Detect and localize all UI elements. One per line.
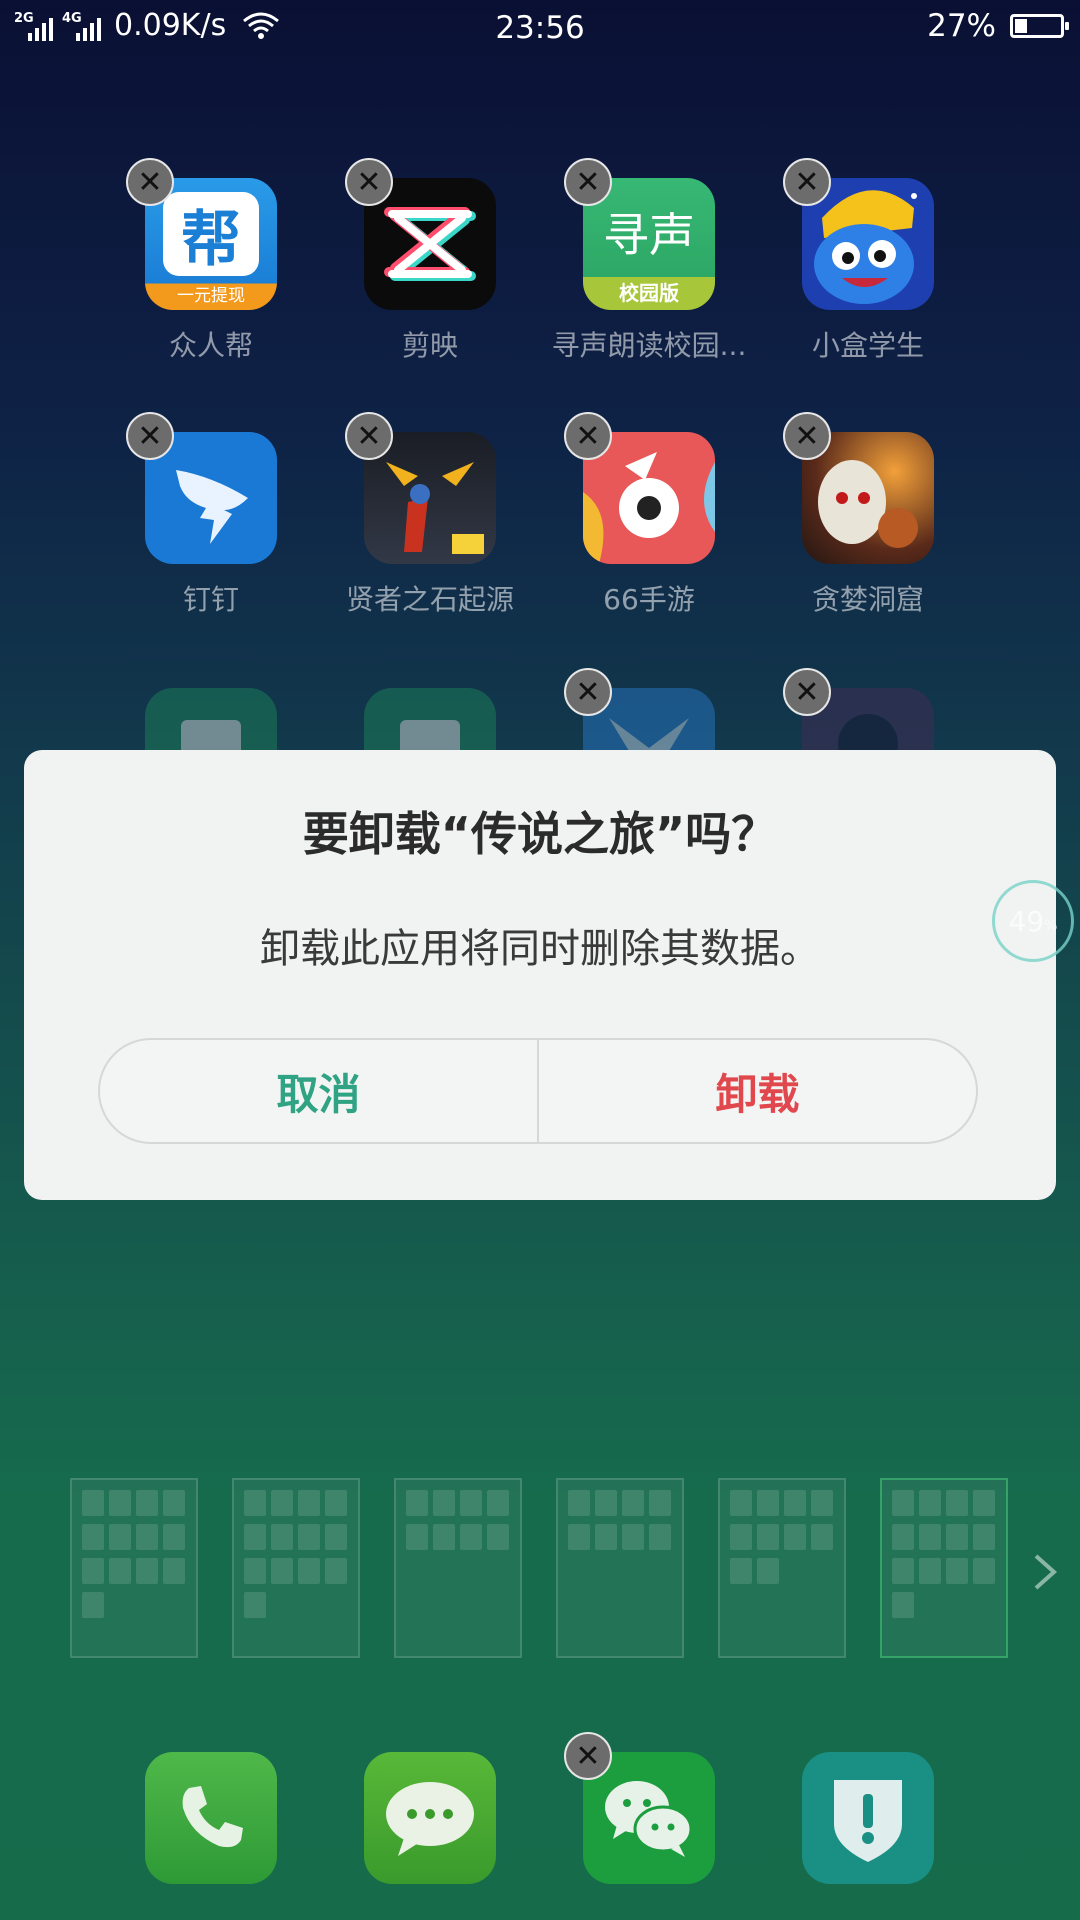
status-bar: 2G 4G 0.09K/s 23:56 27% <box>0 0 1080 56</box>
remove-app-dingtalk-close-icon[interactable]: ✕ <box>126 412 174 460</box>
app-xunsheng[interactable]: 寻声 校园版 寻声朗读校园... <box>549 178 749 364</box>
remove-app-jianying-close-icon[interactable]: ✕ <box>345 158 393 206</box>
remove-app-xunsheng-close-icon[interactable]: ✕ <box>564 158 612 206</box>
page-thumb-2[interactable] <box>232 1478 360 1658</box>
messages-icon <box>386 1782 474 1856</box>
app-label: 贪婪洞窟 <box>811 583 924 616</box>
wechat-icon <box>605 1781 693 1857</box>
page-thumbnails <box>70 1478 1010 1658</box>
security-icon <box>834 1780 902 1862</box>
dialog-button-group: 取消 卸载 <box>98 1038 978 1144</box>
remove-app-chuanshuo-close-icon[interactable]: ✕ <box>783 668 831 716</box>
app-jianying[interactable]: 剪映 <box>330 178 530 364</box>
clock: 23:56 <box>495 10 585 46</box>
app-label: 众人帮 <box>168 329 253 362</box>
app-label: 贤者之石起源 <box>345 583 514 616</box>
memory-bubble[interactable]: 49% <box>992 880 1074 962</box>
app-dingtalk[interactable]: 钉钉 <box>111 432 311 618</box>
xunsheng-icon-sub: 校园版 <box>619 281 679 305</box>
chevron-right-icon[interactable] <box>1030 1552 1060 1592</box>
remove-app-zhongrenbang-close-icon[interactable]: ✕ <box>126 158 174 206</box>
remove-app-tanlan-close-icon[interactable]: ✕ <box>783 412 831 460</box>
app-label: 剪映 <box>401 329 458 362</box>
page-thumb-6[interactable] <box>880 1478 1008 1658</box>
app-label: 小盒学生 <box>811 329 924 362</box>
remove-app-wechat-close-icon[interactable]: ✕ <box>564 1732 612 1780</box>
uninstall-dialog: 要卸载“传说之旅”吗？ 卸载此应用将同时删除其数据。 取消 卸载 <box>24 750 1056 1200</box>
battery-percent: 27% <box>927 8 996 44</box>
page-thumb-4[interactable] <box>556 1478 684 1658</box>
battery-icon <box>1010 14 1069 38</box>
uninstall-button[interactable]: 卸载 <box>539 1040 976 1142</box>
app-xiaohe[interactable]: 小盒学生 <box>768 178 968 364</box>
app-label: 66手游 <box>603 583 695 616</box>
battery-fill <box>1015 19 1027 33</box>
zhongrenbang-icon-sub: 一元提现 <box>177 286 245 306</box>
page-thumb-1[interactable] <box>70 1478 198 1658</box>
xunsheng-icon-glyph: 寻声 <box>603 208 695 262</box>
remove-app-66shouyou-close-icon[interactable]: ✕ <box>564 412 612 460</box>
dialog-message: 卸载此应用将同时删除其数据。 <box>260 926 820 972</box>
zhongrenbang-icon-glyph: 帮 <box>181 204 241 275</box>
page-thumb-3[interactable] <box>394 1478 522 1658</box>
cancel-button[interactable]: 取消 <box>100 1040 537 1142</box>
remove-app-xiaohe-close-icon[interactable]: ✕ <box>783 158 831 206</box>
page-thumb-5[interactable] <box>718 1478 846 1658</box>
app-66shouyou[interactable]: 66手游 <box>549 432 749 618</box>
remove-app-v-close-icon[interactable]: ✕ <box>564 668 612 716</box>
phone-icon <box>182 1786 243 1848</box>
bubble-unit: % <box>1044 918 1058 934</box>
app-zhongrenbang[interactable]: 帮 一元提现 众人帮 <box>111 178 311 364</box>
dialog-title: 要卸载“传说之旅”吗？ <box>302 807 778 861</box>
home-screen: 2G 4G 0.09K/s 23:56 27% 帮 一元提现 众人帮 ✕ 剪映 … <box>0 0 1080 1920</box>
dock-phone[interactable] <box>145 1752 277 1884</box>
dock-messages[interactable] <box>364 1752 496 1884</box>
dock-security[interactable] <box>802 1752 934 1884</box>
app-xianzhe[interactable]: 贤者之石起源 <box>330 432 530 618</box>
status-right: 27% <box>927 8 1069 44</box>
app-label: 寻声朗读校园... <box>551 329 747 362</box>
remove-app-xianzhe-close-icon[interactable]: ✕ <box>345 412 393 460</box>
app-tanlan[interactable]: 贪婪洞窟 <box>768 432 968 618</box>
bubble-value: 49 <box>1008 904 1045 938</box>
app-label: 钉钉 <box>182 583 239 616</box>
